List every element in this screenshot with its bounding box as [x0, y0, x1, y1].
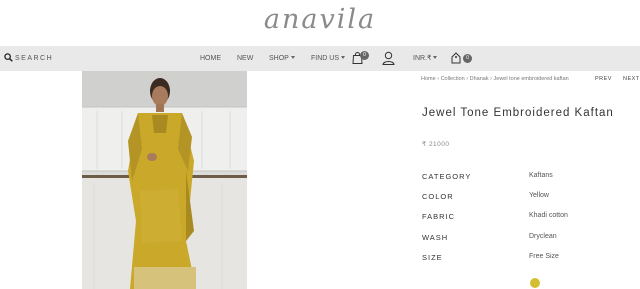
chevron-down-icon — [341, 56, 345, 59]
attr-fabric-value: Khadi cotton — [529, 212, 568, 219]
product-image[interactable] — [82, 71, 247, 289]
search-button[interactable]: SEARCH — [4, 46, 53, 71]
search-label: SEARCH — [15, 55, 54, 62]
cart-button[interactable]: 0 — [352, 46, 370, 71]
attr-fabric-label: FABRIC — [422, 212, 456, 221]
prev-button[interactable]: PREV — [595, 76, 612, 82]
currency-selector[interactable]: INR.₹ — [413, 46, 438, 71]
nav-new[interactable]: NEW — [237, 46, 253, 71]
nav-find-us[interactable]: FIND US — [311, 46, 345, 71]
attr-category-value: Kaftans — [529, 172, 553, 179]
chevron-down-icon — [290, 56, 295, 59]
attr-size-label: SIZE — [422, 253, 443, 262]
attr-category-label: CATEGORY — [422, 172, 472, 181]
breadcrumb-separator: › — [466, 76, 469, 82]
nav-home[interactable]: HOME — [200, 46, 221, 71]
navigation-bar: SEARCH HOME NEW SHOP FIND US 0 INR.₹ 0 — [0, 46, 640, 71]
product-title: Jewel Tone Embroidered Kaftan — [422, 107, 614, 119]
breadcrumb-dhanak[interactable]: Dhanak — [470, 76, 489, 82]
attr-color-label: COLOR — [422, 192, 454, 201]
breadcrumb-home[interactable]: Home — [421, 76, 436, 82]
nav-shop[interactable]: SHOP — [269, 46, 295, 71]
account-button[interactable] — [382, 46, 396, 71]
next-button[interactable]: NEXT — [623, 76, 640, 82]
tag-icon — [451, 52, 461, 64]
search-icon — [4, 53, 13, 62]
chevron-down-icon — [433, 56, 438, 59]
breadcrumb-separator: › — [437, 76, 440, 82]
nav-find-us-label: FIND US — [311, 55, 339, 62]
currency-label: INR.₹ — [413, 55, 432, 62]
brand-logo[interactable]: anavila — [0, 4, 640, 35]
header: anavila — [0, 0, 640, 46]
attr-color-value: Yellow — [529, 192, 549, 199]
breadcrumb: Home › Collection › Dhanak › Jewel tone … — [421, 76, 569, 82]
color-swatch[interactable] — [530, 278, 540, 288]
product-price: ₹ 21000 — [422, 141, 450, 148]
breadcrumb-collection[interactable]: Collection — [441, 76, 465, 82]
user-icon — [382, 51, 395, 65]
attr-size-value: Free Size — [529, 253, 559, 260]
wishlist-count-badge: 0 — [463, 54, 472, 63]
breadcrumb-separator: › — [490, 76, 492, 82]
wishlist-button[interactable]: 0 — [451, 46, 473, 71]
breadcrumb-current: Jewel tone embroidered kaftan — [493, 76, 569, 82]
cart-count-badge: 0 — [360, 51, 369, 60]
attr-wash-value: Dryclean — [529, 233, 557, 240]
nav-shop-label: SHOP — [269, 55, 289, 62]
attr-wash-label: WASH — [422, 233, 449, 242]
product-photo — [82, 71, 247, 289]
